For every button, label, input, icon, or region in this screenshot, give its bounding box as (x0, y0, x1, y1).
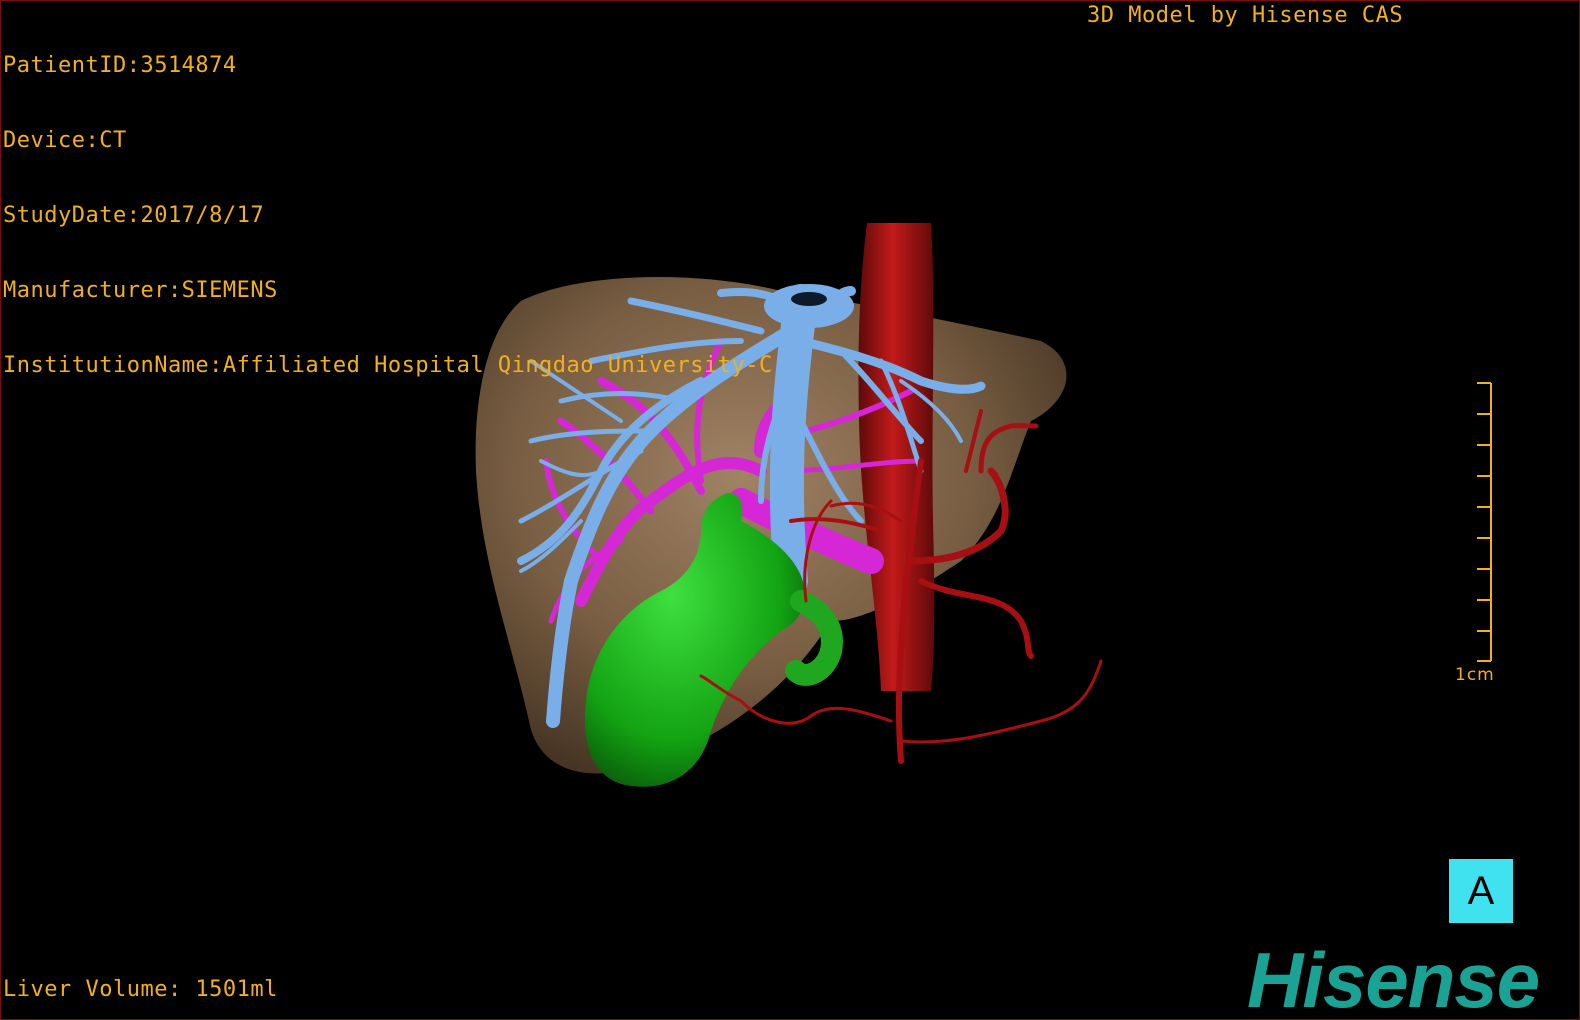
device-text: Device:CT (3, 128, 127, 153)
scale-bar-ruler (1477, 382, 1492, 662)
dicom-info-overlay: PatientID:3514874 Device:CT StudyDate:20… (3, 3, 773, 428)
institution-text: InstitutionName:Affiliated Hospital Qing… (3, 353, 773, 378)
anterior-view-button[interactable]: A (1449, 859, 1513, 923)
inferior-vena-cava (858, 223, 935, 691)
3d-viewport[interactable]: PatientID:3514874 Device:CT StudyDate:20… (0, 0, 1580, 1020)
scale-label: 1cm (1455, 665, 1495, 685)
study-date-text: StudyDate:2017/8/17 (3, 203, 265, 228)
model-credit-text: 3D Model by Hisense CAS (1087, 3, 1404, 28)
liver-volume-text: Liver Volume: 1501ml (3, 977, 278, 1002)
hisense-logo: Hisense (1247, 936, 1540, 1020)
patient-id-text: PatientID:3514874 (3, 53, 237, 78)
manufacturer-text: Manufacturer:SIEMENS (3, 278, 278, 303)
